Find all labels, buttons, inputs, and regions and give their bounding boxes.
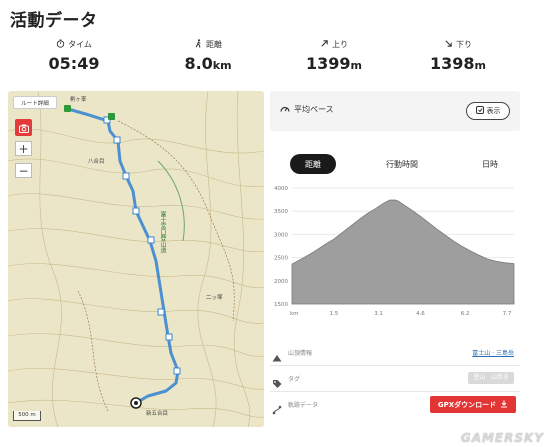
stat-unit: m (350, 59, 362, 72)
hiker-icon (194, 38, 203, 50)
map-label-trail: 富士宮口登山道 (159, 211, 166, 253)
elevation-area (291, 199, 515, 305)
stat-distance: 距離 8.0km (148, 38, 268, 73)
summit-row: 山頂情報 富士山 · 三島岳 (270, 340, 520, 366)
arrow-up-right-icon (320, 39, 329, 50)
y-axis-ticks: 1500 2000 2500 3000 3500 4000 (274, 186, 288, 308)
gpx-download-button[interactable]: GPXダウンロード (430, 396, 516, 413)
map-label-futatsuzuka: 二ッ塚 (206, 295, 223, 301)
activity-stats: タイム 05:49 距離 8.0km 上り 1399m 下り 1398m (0, 38, 550, 82)
show-pace-button-label: 表示 (486, 107, 501, 115)
elevation-chart: 1500 2000 2500 3000 3500 4000 km 1.5 3.1 4.6 6.2 7… (274, 186, 515, 317)
speedometer-icon (280, 104, 290, 115)
stat-value: 1398 (430, 54, 475, 73)
stat-value: 8.0 (184, 54, 213, 73)
average-pace-label: 平均ペース (294, 105, 334, 114)
tag-label: タグ (288, 376, 301, 383)
chart-tabs: 距離 行動時間 日時 (270, 152, 520, 174)
zoom-in-button[interactable]: + (15, 141, 32, 156)
tag-row: タグ 登山 · 山歩き (270, 366, 520, 392)
y-tick-label: 3000 (274, 232, 288, 238)
summit-links[interactable]: 富士山 · 三島岳 (472, 348, 514, 357)
tab-date-time[interactable]: 日時 (470, 154, 510, 174)
gpx-download-label: GPXダウンロード (437, 400, 497, 409)
x-unit-label: km (290, 311, 299, 317)
y-tick-label: 1500 (274, 302, 288, 308)
x-tick-label: 1.5 (330, 311, 339, 317)
stat-unit: m (474, 59, 486, 72)
x-tick-label: 4.6 (416, 311, 425, 317)
y-tick-label: 4000 (274, 186, 288, 192)
stat-label: 上り (332, 39, 348, 49)
stat-ascent: 上り 1399m (274, 38, 394, 74)
map-scale-bar: 500 m (13, 411, 41, 421)
stat-label: 下り (456, 39, 472, 49)
show-pace-button[interactable]: 表示 (466, 102, 510, 120)
topographic-map-image (8, 91, 264, 427)
map-label-trailhead: 新五合目 (146, 411, 169, 417)
y-tick-label: 2000 (274, 279, 288, 285)
arrow-down-right-icon (444, 39, 453, 50)
summit-label: 山頂情報 (288, 350, 313, 357)
track-icon (272, 400, 282, 415)
map-label-summit: 剣ヶ峯 (70, 97, 87, 103)
x-tick-label: 7.7 (503, 311, 512, 317)
stat-label: タイム (68, 39, 92, 49)
y-tick-label: 3500 (274, 209, 288, 215)
x-tick-label: 6.2 (461, 311, 470, 317)
stat-time: タイム 05:49 (14, 38, 134, 73)
download-icon (500, 400, 508, 410)
camera-button[interactable] (15, 119, 32, 136)
tab-distance[interactable]: 距離 (290, 154, 336, 174)
x-axis-ticks: km 1.5 3.1 4.6 6.2 7.7 (290, 311, 512, 317)
stat-value: 1399 (306, 54, 351, 73)
camera-icon (18, 118, 29, 137)
route-detail-button[interactable]: ルート詳細 (13, 96, 57, 109)
y-tick-label: 2500 (274, 256, 288, 262)
page-title: 活動データ (10, 11, 98, 31)
stat-descent: 下り 1398m (398, 38, 518, 74)
average-pace-panel: 平均ペース 表示 (270, 91, 520, 131)
tag-icon (272, 374, 282, 388)
mountain-icon (272, 348, 282, 362)
stat-label: 距離 (206, 39, 222, 49)
activity-tag[interactable]: 登山 · 山歩き (468, 372, 514, 384)
stat-unit: km (212, 59, 232, 72)
map-label-eighth-station: 八合目 (88, 159, 105, 165)
track-data-label: 軌跡データ (288, 402, 319, 409)
tab-activity-time[interactable]: 行動時間 (372, 154, 432, 174)
stat-value: 05:49 (48, 54, 100, 73)
watermark: GAMERSKY (460, 431, 544, 445)
track-data-row: 軌跡データ GPXダウンロード (270, 392, 520, 418)
zoom-out-button[interactable]: − (15, 163, 32, 178)
route-map[interactable]: ルート詳細 + − 剣ヶ峯 八合目 富士宮口登山道 二ッ塚 新五合目 500 m (8, 91, 264, 427)
stopwatch-icon (56, 38, 65, 50)
x-tick-label: 3.1 (374, 311, 383, 317)
display-icon (475, 106, 484, 116)
